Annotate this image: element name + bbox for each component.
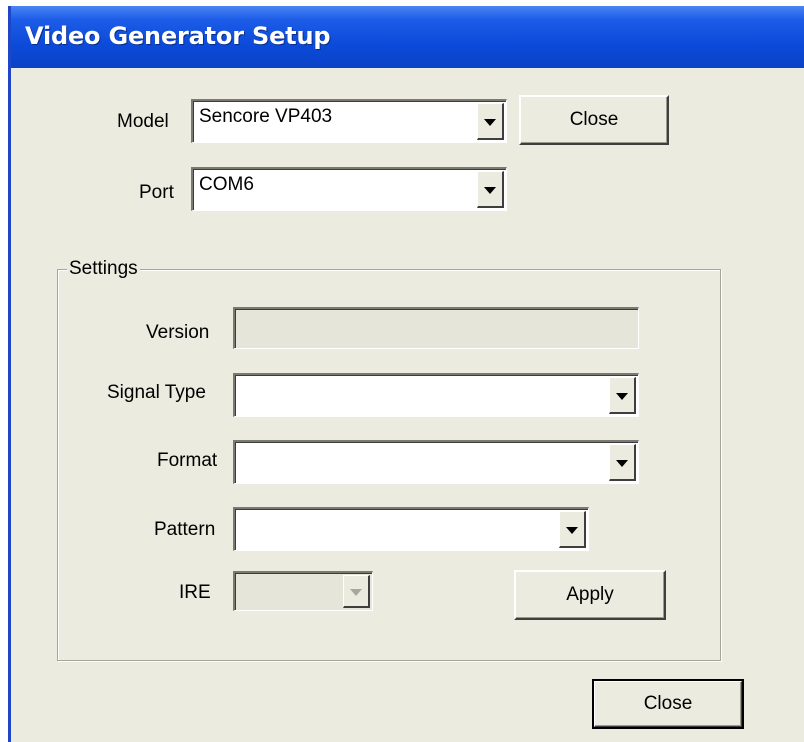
chevron-down-icon bbox=[616, 393, 628, 400]
version-field bbox=[233, 307, 639, 349]
chevron-down-icon bbox=[566, 527, 578, 534]
format-label: Format bbox=[157, 450, 218, 471]
model-label: Model bbox=[117, 111, 169, 132]
chevron-down-icon bbox=[616, 460, 628, 467]
signal-type-dropdown-button[interactable] bbox=[609, 377, 636, 414]
port-label: Port bbox=[139, 182, 174, 203]
signal-type-select[interactable] bbox=[233, 373, 639, 417]
model-value: Sencore VP403 bbox=[199, 106, 333, 127]
chevron-down-icon bbox=[484, 119, 496, 126]
title-bar[interactable]: Video Generator Setup bbox=[11, 6, 804, 68]
format-select[interactable] bbox=[233, 440, 639, 484]
chevron-down-icon bbox=[484, 187, 496, 194]
ire-select bbox=[233, 571, 373, 611]
setup-dialog: Video Generator Setup Model Sencore VP40… bbox=[8, 6, 804, 742]
close-button-top[interactable]: Close bbox=[519, 95, 669, 145]
pattern-label: Pattern bbox=[154, 519, 216, 540]
close-button-bottom[interactable]: Close bbox=[592, 679, 744, 729]
window-title: Video Generator Setup bbox=[25, 22, 331, 50]
apply-button[interactable]: Apply bbox=[514, 570, 666, 620]
signal-type-label: Signal Type bbox=[107, 382, 206, 403]
port-select[interactable]: COM6 bbox=[191, 167, 507, 211]
pattern-select[interactable] bbox=[233, 507, 589, 551]
port-value: COM6 bbox=[199, 174, 254, 195]
format-dropdown-button[interactable] bbox=[609, 444, 636, 481]
model-dropdown-button[interactable] bbox=[477, 103, 504, 140]
settings-group-label: Settings bbox=[67, 258, 140, 280]
chevron-down-icon bbox=[350, 589, 362, 596]
version-label: Version bbox=[146, 322, 210, 343]
ire-dropdown-button bbox=[343, 575, 370, 608]
pattern-dropdown-button[interactable] bbox=[559, 511, 586, 548]
ire-label: IRE bbox=[179, 582, 211, 603]
port-dropdown-button[interactable] bbox=[477, 171, 504, 208]
model-select[interactable]: Sencore VP403 bbox=[191, 99, 507, 143]
